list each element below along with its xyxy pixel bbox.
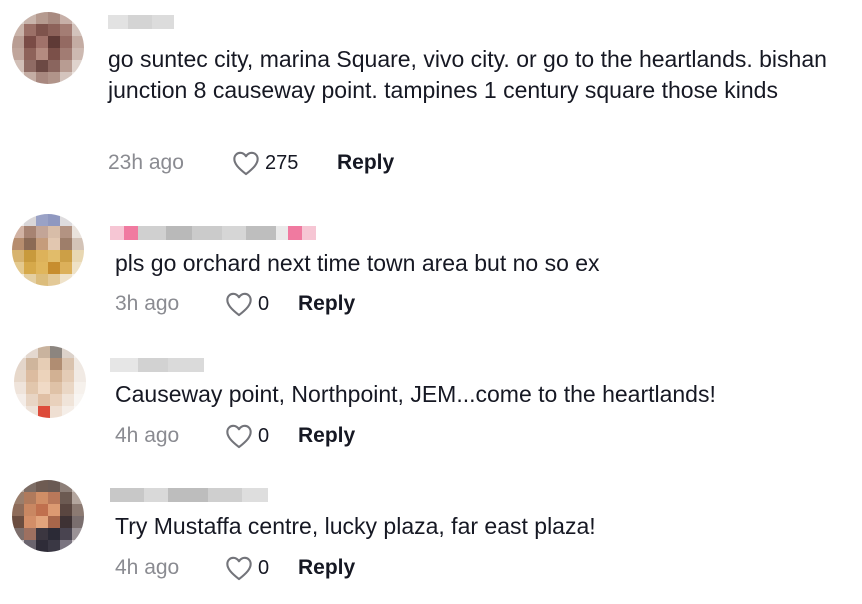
comment-text: pls go orchard next time town area but n… — [115, 250, 600, 276]
like-count: 0 — [258, 292, 270, 315]
reply-button[interactable]: Reply — [298, 556, 355, 580]
comment-text: Try Mustaffa centre, lucky plaza, far ea… — [115, 513, 596, 539]
comment-meta: 23h ago 275 Reply — [108, 148, 394, 178]
avatar[interactable] — [12, 214, 84, 286]
avatar[interactable] — [14, 346, 86, 418]
heart-outline-icon — [225, 423, 253, 449]
like-count: 0 — [258, 424, 270, 447]
like-button[interactable]: 0 — [225, 291, 298, 317]
like-count: 275 — [265, 151, 299, 174]
comment-meta: 4h ago 0 Reply — [115, 421, 355, 451]
like-count: 0 — [258, 556, 270, 579]
comment-meta: 4h ago 0 Reply — [115, 553, 355, 583]
timestamp: 3h ago — [115, 292, 180, 315]
username-blurred[interactable] — [110, 226, 316, 242]
heart-outline-icon — [225, 555, 253, 581]
like-button[interactable]: 275 — [232, 150, 337, 176]
username-blurred[interactable] — [110, 488, 268, 504]
comment-text: go suntec city, marina Square, vivo city… — [108, 46, 834, 103]
comment-meta: 3h ago 0 Reply — [115, 289, 355, 319]
avatar[interactable] — [12, 12, 84, 84]
timestamp: 4h ago — [115, 424, 180, 447]
reply-button[interactable]: Reply — [298, 424, 355, 448]
reply-button[interactable]: Reply — [337, 151, 394, 175]
avatar[interactable] — [12, 480, 84, 552]
username-blurred[interactable] — [110, 358, 204, 374]
username-blurred[interactable] — [108, 15, 174, 31]
heart-outline-icon — [232, 150, 260, 176]
like-button[interactable]: 0 — [225, 423, 298, 449]
comment-text: Causeway point, Northpoint, JEM...come t… — [115, 381, 716, 407]
like-button[interactable]: 0 — [225, 555, 298, 581]
timestamp: 4h ago — [115, 556, 180, 579]
heart-outline-icon — [225, 291, 253, 317]
reply-button[interactable]: Reply — [298, 292, 355, 316]
timestamp: 23h ago — [108, 151, 184, 174]
